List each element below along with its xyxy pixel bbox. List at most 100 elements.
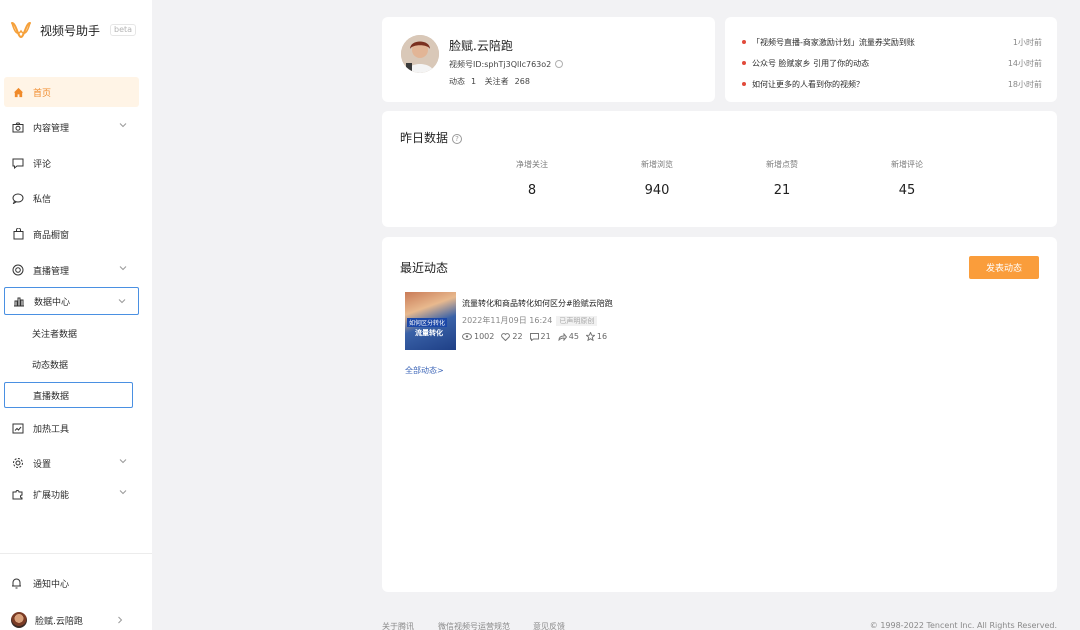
- shares-metric: 45: [558, 332, 579, 341]
- likes-metric: 22: [501, 332, 523, 341]
- sidebar-item-label: 商品橱窗: [33, 230, 70, 241]
- stat-label: 净增关注: [516, 160, 548, 169]
- post-title[interactable]: 流量转化和商品转化如何区分#脸赋云陪跑: [462, 298, 613, 309]
- notice-item[interactable]: 如何让更多的人看到你的视频？ 18小时前: [742, 79, 1042, 90]
- yesterday-stats-card: 昨日数据? 净增关注 8 新增浏览 940 新增点赞 21 新增评论 45: [382, 111, 1057, 227]
- original-badge: 已声明原创: [556, 316, 598, 326]
- sidebar-item-settings[interactable]: 设置: [4, 448, 139, 478]
- comment-icon: [11, 156, 25, 170]
- footer-link-about[interactable]: 关于腾讯: [382, 621, 414, 630]
- notice-text: 公众号 脸赋家乡 引用了你的动态: [752, 59, 870, 68]
- sidebar-item-shop[interactable]: 商品橱窗: [4, 219, 139, 249]
- stat-label: 新增浏览: [641, 160, 673, 169]
- profile-id: 视频号ID:sphTj3QlIc763o2: [449, 59, 564, 70]
- yesterday-title: 昨日数据: [400, 131, 449, 145]
- sidebar-item-label: 私信: [33, 194, 52, 205]
- app-logo[interactable]: 视频号助手 beta: [10, 20, 137, 40]
- stat-label: 新增评论: [891, 160, 923, 169]
- sidebar-divider: [0, 553, 152, 554]
- stat-value: 940: [644, 183, 670, 198]
- posts-label: 动态: [449, 77, 465, 86]
- post-thumbnail[interactable]: 如何区分转化 流量转化: [405, 292, 456, 350]
- avatar[interactable]: [401, 35, 439, 73]
- home-icon: [11, 85, 25, 99]
- sidebar-item-label: 数据中心: [34, 297, 71, 308]
- profile-card: 脸赋.云陪跑 视频号ID:sphTj3QlIc763o2 动态 1 关注者 268: [382, 17, 715, 102]
- live-icon: [11, 263, 25, 277]
- post-date: 2022年11月09日 16:24: [462, 316, 553, 325]
- profile-name: 脸赋.云陪跑: [449, 39, 513, 53]
- chevron-down-icon: [119, 459, 127, 464]
- user-name: 脸赋.云陪跑: [35, 616, 83, 627]
- post-meta: 2022年11月09日 16:24 已声明原创: [462, 315, 598, 326]
- stat-net-followers: 净增关注 8: [492, 159, 572, 198]
- sidebar-item-content[interactable]: 内容管理: [4, 112, 139, 142]
- stat-new-likes: 新增点赞 21: [742, 159, 822, 198]
- chevron-down-icon: [119, 490, 127, 495]
- share-icon: [558, 332, 567, 341]
- sidebar-item-boost[interactable]: 加热工具: [4, 413, 139, 443]
- publish-post-button[interactable]: 发表动态: [969, 256, 1039, 279]
- sidebar-subitem-live-data[interactable]: 直播数据: [4, 382, 133, 408]
- sidebar-item-live[interactable]: 直播管理: [4, 255, 139, 285]
- favorites-metric: 16: [585, 332, 608, 341]
- notice-item[interactable]: 公众号 脸赋家乡 引用了你的动态 14小时前: [742, 58, 1042, 69]
- unread-dot: [742, 61, 746, 65]
- chevron-down-icon: [119, 123, 127, 128]
- sidebar-item-label: 扩展功能: [33, 490, 70, 501]
- notice-time: 14小时前: [1007, 59, 1042, 68]
- chevron-down-icon: [118, 299, 126, 304]
- sidebar-item-data-center[interactable]: 数据中心: [4, 287, 139, 315]
- all-posts-link[interactable]: 全部动态>: [405, 365, 444, 376]
- thumbnail-caption-1: 如何区分转化: [407, 318, 448, 327]
- shares-count: 45: [568, 332, 579, 341]
- footer-link-rules[interactable]: 微信视频号运营规范: [438, 621, 510, 630]
- info-icon[interactable]: [555, 60, 564, 68]
- avatar: [11, 612, 27, 628]
- notice-card: 「视频号直播-商家激励计划」流量券奖励到账 1小时前 公众号 脸赋家乡 引用了你…: [725, 17, 1057, 102]
- heart-icon: [501, 332, 511, 341]
- trend-icon: [11, 421, 25, 435]
- sidebar-item-home[interactable]: 首页: [4, 77, 139, 107]
- sidebar-item-comments[interactable]: 评论: [4, 148, 139, 178]
- sidebar-item-label: 首页: [33, 88, 52, 99]
- sidebar-item-extensions[interactable]: 扩展功能: [4, 479, 139, 509]
- unread-dot: [742, 40, 746, 44]
- gear-icon: [11, 456, 25, 470]
- sidebar-subitem-post-data[interactable]: 动态数据: [4, 351, 133, 377]
- sidebar-item-messages[interactable]: 私信: [4, 183, 139, 213]
- comments-metric: 21: [529, 332, 551, 341]
- footer-link-feedback[interactable]: 意见反馈: [533, 621, 565, 630]
- message-icon: [11, 191, 25, 205]
- logo-icon: [11, 22, 31, 39]
- likes-count: 22: [512, 332, 523, 341]
- chart-icon: [12, 294, 26, 308]
- notice-time: 1小时前: [1012, 38, 1042, 47]
- eye-icon: [462, 333, 472, 340]
- recent-posts-card: 最近动态 发表动态 如何区分转化 流量转化 流量转化和商品转化如何区分#脸赋云陪…: [382, 237, 1057, 592]
- sidebar-item-label: 设置: [33, 459, 52, 470]
- unread-dot: [742, 82, 746, 86]
- profile-stats: 动态 1 关注者 268: [449, 76, 536, 87]
- user-menu[interactable]: 脸赋.云陪跑: [4, 607, 139, 630]
- post-metrics: 1002 22 21 45 16: [462, 332, 607, 341]
- views-metric: 1002: [462, 332, 494, 341]
- notice-text: 如何让更多的人看到你的视频？: [752, 80, 864, 89]
- sidebar-item-label: 内容管理: [33, 123, 70, 134]
- profile-id-text: 视频号ID:sphTj3QlIc763o2: [449, 60, 552, 69]
- help-icon[interactable]: ?: [452, 134, 463, 144]
- notice-item[interactable]: 「视频号直播-商家激励计划」流量券奖励到账 1小时前: [742, 37, 1042, 48]
- notification-center[interactable]: 通知中心: [4, 570, 139, 596]
- followers-count: 268: [514, 77, 530, 86]
- sidebar-item-label: 直播管理: [33, 266, 70, 277]
- stat-label: 新增点赞: [766, 160, 798, 169]
- footer-copyright: © 1998-2022 Tencent Inc. All Rights Rese…: [869, 621, 1057, 630]
- camera-icon: [11, 120, 25, 134]
- notice-time: 18小时前: [1007, 80, 1042, 89]
- star-icon: [585, 332, 595, 341]
- sidebar-item-label: 加热工具: [33, 424, 70, 435]
- beta-badge: beta: [110, 24, 137, 36]
- thumbnail-caption-2: 流量转化: [415, 329, 443, 337]
- sidebar-subitem-follower-data[interactable]: 关注者数据: [4, 320, 133, 346]
- favorites-count: 16: [596, 332, 608, 341]
